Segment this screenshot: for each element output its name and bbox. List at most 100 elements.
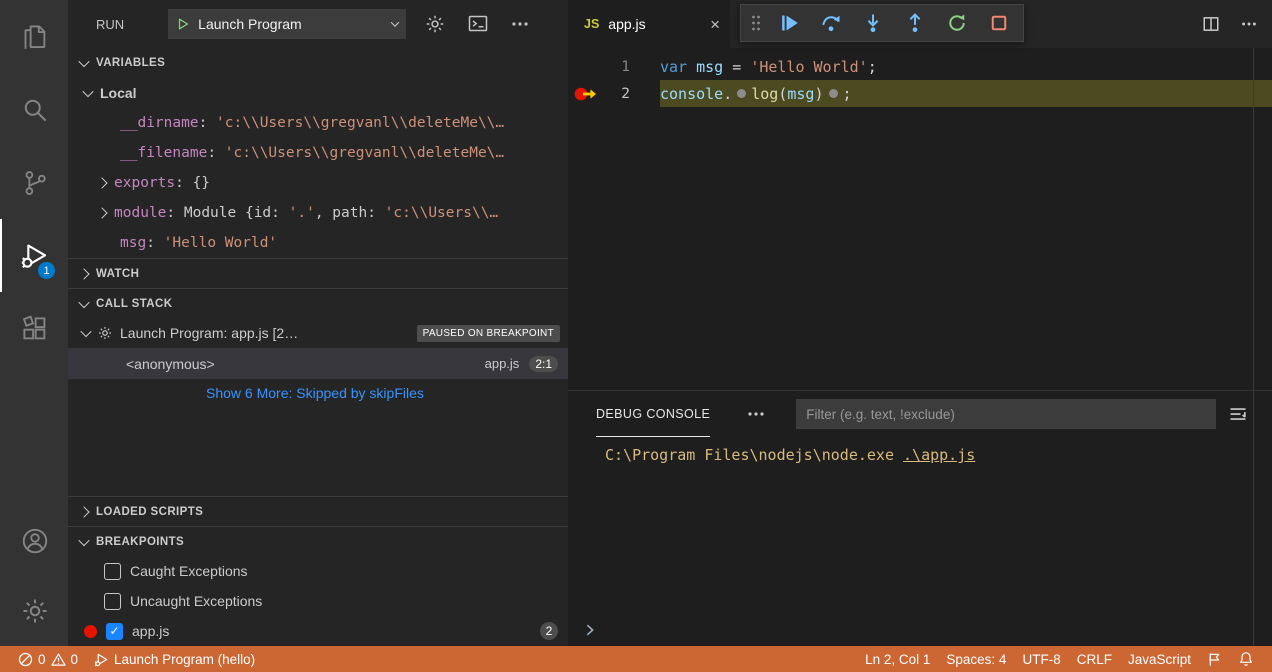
loaded-scripts-section-header[interactable]: LOADED SCRIPTS: [68, 496, 568, 526]
javascript-file-icon: JS: [584, 17, 599, 31]
step-over-button[interactable]: [813, 8, 849, 38]
chevron-right-icon[interactable]: [96, 207, 107, 218]
breakpoint-row-appjs[interactable]: ✓ app.js 2: [68, 616, 568, 646]
gutter-line-1[interactable]: 1: [568, 53, 660, 80]
breakpoint-row-uncaught-exceptions[interactable]: Uncaught Exceptions: [68, 586, 568, 616]
editor-more-icon[interactable]: [1240, 15, 1258, 33]
variable-row-module[interactable]: module: Module {id: '.', path: 'c:\\User…: [68, 198, 568, 228]
line-number: 2: [621, 86, 630, 102]
panel-header: DEBUG CONSOLE: [568, 391, 1272, 437]
scope-local-row[interactable]: Local: [68, 78, 568, 108]
variables-section-label: VARIABLES: [96, 57, 165, 69]
debug-session-status[interactable]: Launch Program (hello): [86, 646, 263, 672]
console-filter-input[interactable]: [796, 399, 1216, 429]
variables-section-header[interactable]: VARIABLES: [68, 48, 568, 78]
console-input-row[interactable]: [568, 614, 1272, 646]
panel-actions: [1228, 404, 1248, 424]
debug-session-row[interactable]: Launch Program: app.js [2… PAUSED ON BRE…: [68, 318, 568, 348]
activity-bar: 1: [0, 0, 68, 646]
step-out-button[interactable]: [897, 8, 933, 38]
stop-button[interactable]: [981, 8, 1017, 38]
code-line-1[interactable]: 1 var msg = 'Hello World';: [568, 53, 1272, 80]
explorer-icon[interactable]: [0, 0, 68, 73]
configure-gear-icon[interactable]: [424, 13, 446, 35]
variable-row-dirname[interactable]: __dirname: 'c:\\Users\\gregvanl\\deleteM…: [68, 108, 568, 138]
toolbar-drag-handle[interactable]: [747, 8, 765, 38]
call-stack-section-header[interactable]: CALL STACK: [68, 288, 568, 318]
code-editor[interactable]: 1 var msg = 'Hello World'; 2 console.log…: [568, 48, 1272, 390]
chevron-right-icon[interactable]: [96, 177, 107, 188]
tab-debug-console[interactable]: DEBUG CONSOLE: [596, 391, 710, 437]
appjs-breakpoint-checkbox[interactable]: ✓: [106, 623, 123, 640]
start-debug-icon: [176, 17, 190, 31]
breakpoints-section-label: BREAKPOINTS: [96, 536, 184, 548]
indentation-status[interactable]: Spaces: 4: [938, 646, 1014, 672]
breakpoint-row-caught-exceptions[interactable]: Caught Exceptions: [68, 556, 568, 586]
breakpoint-label: Uncaught Exceptions: [130, 593, 262, 609]
overview-ruler-border: [1253, 48, 1254, 646]
code-line-content: var msg = 'Hello World';: [660, 53, 1272, 80]
code-line-2[interactable]: 2 console.log(msg);: [568, 80, 1272, 107]
code-line-content: console.log(msg);: [660, 80, 1272, 107]
tab-appjs[interactable]: JS app.js ×: [568, 0, 730, 48]
paused-on-breakpoint-badge: PAUSED ON BREAKPOINT: [417, 325, 560, 342]
debug-status-label: Launch Program (hello): [114, 652, 255, 667]
breakpoints-section-header[interactable]: BREAKPOINTS: [68, 526, 568, 556]
caught-exceptions-checkbox[interactable]: [104, 563, 121, 580]
feedback-icon[interactable]: [1199, 646, 1230, 672]
variable-row-filename[interactable]: __filename: 'c:\\Users\\gregvanl\\delete…: [68, 138, 568, 168]
run-and-debug-icon[interactable]: 1: [0, 219, 68, 292]
restart-button[interactable]: [939, 8, 975, 38]
search-icon[interactable]: [0, 73, 68, 146]
problems-status[interactable]: 0 0: [10, 646, 86, 672]
debug-console-toggle-icon[interactable]: [466, 12, 490, 36]
uncaught-exceptions-checkbox[interactable]: [104, 593, 121, 610]
panel-more-icon[interactable]: [746, 404, 766, 424]
stack-frame-row[interactable]: <anonymous> app.js 2:1: [68, 348, 568, 379]
line-number: 1: [621, 59, 630, 75]
scope-label: Local: [100, 85, 137, 101]
launch-config-dropdown[interactable]: Launch Program: [168, 9, 406, 39]
views-more-icon[interactable]: [510, 14, 530, 34]
variable-row-msg[interactable]: msg: 'Hello World': [68, 228, 568, 258]
vscode-window: 1 RUN Launch Program: [0, 0, 1272, 672]
show-more-frames-link[interactable]: Show 6 More: Skipped by skipFiles: [68, 379, 568, 407]
encoding-status[interactable]: UTF-8: [1014, 646, 1068, 672]
continue-button[interactable]: [771, 8, 807, 38]
debug-console-panel: DEBUG CONSOLE C:\Program Files\nodejs\no…: [568, 390, 1272, 646]
notifications-bell-icon[interactable]: [1230, 646, 1262, 672]
watch-section-label: WATCH: [96, 268, 139, 280]
errors-icon: [18, 652, 33, 667]
console-prompt-chevron-icon: [583, 623, 597, 637]
eol-status[interactable]: CRLF: [1069, 646, 1120, 672]
breakpoint-with-current-arrow-icon[interactable]: [574, 86, 601, 102]
launch-config-label: Launch Program: [198, 16, 384, 32]
extensions-icon[interactable]: [0, 292, 68, 365]
session-gear-icon: [97, 325, 113, 341]
split-editor-icon[interactable]: [1202, 15, 1220, 33]
accounts-icon[interactable]: [0, 506, 68, 576]
step-into-button[interactable]: [855, 8, 891, 38]
debug-toolbar: [740, 4, 1024, 42]
main-row: 1 RUN Launch Program: [0, 0, 1272, 646]
source-control-icon[interactable]: [0, 146, 68, 219]
collapse-all-icon[interactable]: [1228, 404, 1248, 424]
errors-count: 0: [38, 652, 46, 667]
frame-location-badge: 2:1: [529, 356, 558, 372]
status-bar: 0 0 Launch Program (hello) Ln 2, Col 1 S…: [0, 646, 1272, 672]
language-mode-status[interactable]: JavaScript: [1120, 646, 1199, 672]
variable-row-exports[interactable]: exports: {}: [68, 168, 568, 198]
editor-area: JS app.js ×: [568, 0, 1272, 646]
close-tab-icon[interactable]: ×: [710, 16, 720, 33]
status-bar-right: Ln 2, Col 1 Spaces: 4 UTF-8 CRLF JavaScr…: [857, 646, 1262, 672]
loaded-scripts-section-label: LOADED SCRIPTS: [96, 506, 203, 518]
run-sidebar: RUN Launch Program VARIABLES: [68, 0, 568, 646]
console-output[interactable]: C:\Program Files\nodejs\node.exe .\app.j…: [568, 437, 1272, 614]
settings-gear-icon[interactable]: [0, 576, 68, 646]
warnings-count: 0: [71, 652, 79, 667]
debug-badge: 1: [38, 262, 55, 279]
cursor-position-status[interactable]: Ln 2, Col 1: [857, 646, 938, 672]
gutter-line-2[interactable]: 2: [568, 80, 660, 107]
session-label: Launch Program: app.js [2…: [120, 325, 298, 341]
watch-section-header[interactable]: WATCH: [68, 258, 568, 288]
